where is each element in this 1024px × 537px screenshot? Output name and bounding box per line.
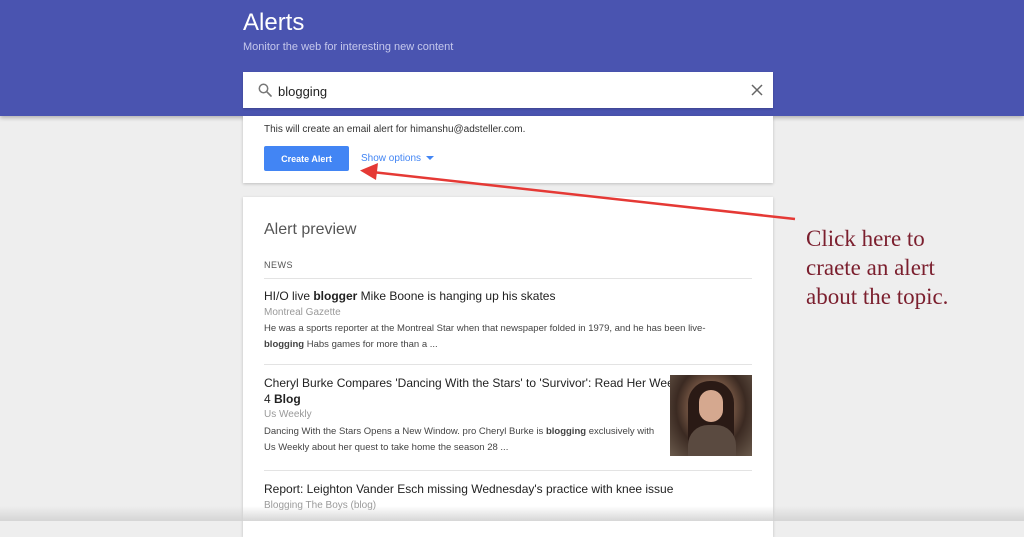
- divider: [264, 364, 752, 365]
- result-source-2: Us Weekly: [264, 409, 312, 420]
- page-title: Alerts: [243, 9, 305, 36]
- result-snippet-2: Dancing With the Stars Opens a New Windo…: [264, 424, 654, 456]
- alert-preview-card: Alert preview NEWS HI/O live blogger Mik…: [243, 197, 773, 537]
- show-options-label: Show options: [361, 153, 422, 164]
- snippet-line: Dancing With the Stars Opens a New Windo…: [264, 424, 654, 440]
- annotation-line: craete an alert: [806, 255, 935, 280]
- result-source-1: Montreal Gazette: [264, 307, 341, 318]
- close-icon[interactable]: [750, 83, 764, 97]
- snippet-text: Dancing With the Stars Opens a New Windo…: [264, 426, 546, 437]
- divider: [264, 470, 752, 471]
- result-title-text: 4: [264, 392, 275, 406]
- snippet-keyword: blogging: [264, 339, 305, 350]
- search-input[interactable]: [276, 80, 730, 102]
- preview-title: Alert preview: [264, 221, 357, 238]
- snippet-keyword: blogging: [545, 426, 587, 437]
- result-title-keyword: Blog: [274, 392, 301, 406]
- divider: [264, 278, 752, 279]
- result-title-2[interactable]: Cheryl Burke Compares 'Dancing With the …: [264, 375, 680, 407]
- result-title-text: Mike Boone is hanging up his skates: [357, 289, 556, 303]
- search-icon: [258, 83, 272, 97]
- result-snippet-1: He was a sports reporter at the Montreal…: [264, 321, 706, 353]
- result-title-text: Cheryl Burke Compares 'Dancing With the …: [264, 376, 680, 390]
- result-title-text: 4 Blog: [264, 391, 680, 407]
- snippet-line: blogging Habs games for more than a ...: [264, 337, 706, 353]
- result-title-text: HI/O live: [264, 289, 314, 303]
- snippet-text: exclusively with: [586, 426, 655, 437]
- annotation-line: about the topic.: [806, 284, 949, 309]
- result-title-keyword: blogger: [313, 289, 358, 303]
- snippet-line: He was a sports reporter at the Montreal…: [264, 323, 706, 334]
- result-title-3[interactable]: Report: Leighton Vander Esch missing Wed…: [264, 481, 673, 497]
- result-thumbnail-image[interactable]: [670, 375, 752, 456]
- create-alert-card: This will create an email alert for hima…: [243, 116, 773, 183]
- bottom-shadow: [0, 506, 1024, 521]
- snippet-text: Habs games for more than a ...: [304, 339, 438, 350]
- email-note: This will create an email alert for hima…: [264, 124, 526, 135]
- caret-down-icon: [426, 156, 435, 161]
- annotation-text: Click here to craete an alert about the …: [806, 224, 1006, 311]
- result-title-1[interactable]: HI/O live blogger Mike Boone is hanging …: [264, 288, 555, 304]
- search-box[interactable]: [243, 72, 773, 108]
- section-label-news: NEWS: [264, 260, 293, 270]
- show-options-link[interactable]: Show options: [361, 153, 435, 164]
- annotation-line: Click here to: [806, 226, 925, 251]
- page-subtitle: Monitor the web for interesting new cont…: [243, 41, 454, 53]
- create-alert-button[interactable]: Create Alert: [264, 146, 349, 171]
- snippet-line: Us Weekly about her quest to take home t…: [264, 442, 509, 453]
